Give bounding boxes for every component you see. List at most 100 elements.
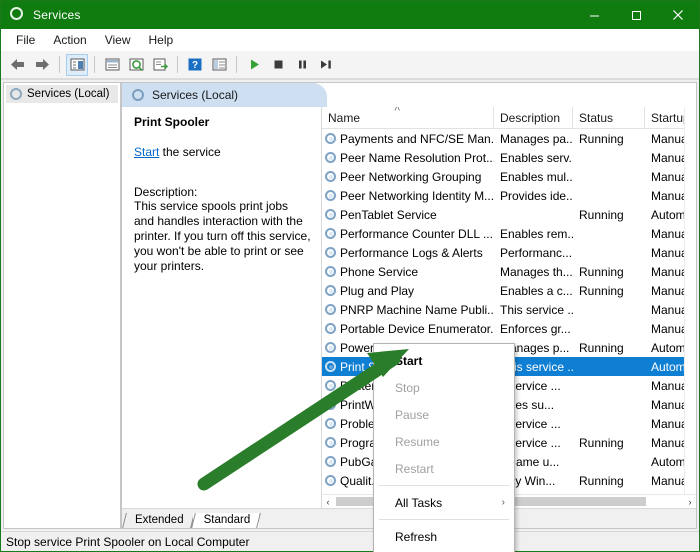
- service-name-label: Phone Service: [340, 265, 418, 279]
- service-gear-icon: [325, 437, 336, 448]
- scrollbar-left-arrow[interactable]: ‹: [322, 497, 334, 507]
- menu-help[interactable]: Help: [140, 31, 183, 49]
- service-name-label: Plug and Play: [340, 284, 414, 298]
- table-row[interactable]: Performance Counter DLL ...Enables rem..…: [322, 224, 696, 243]
- toolbar-separator: [94, 56, 95, 73]
- context-menu-item-label: Resume: [395, 435, 440, 449]
- stop-service-icon[interactable]: [267, 54, 289, 76]
- context-menu-all-tasks[interactable]: All Tasks ›: [374, 489, 514, 516]
- cell-description: Provides ide...: [494, 189, 573, 203]
- service-gear-icon: [325, 456, 336, 467]
- cell-description: Enables a c...: [494, 284, 573, 298]
- cell-name: Plug and Play: [322, 284, 494, 298]
- pane-tab-header: Services (Local): [122, 83, 696, 107]
- context-menu-item-label: Pause: [395, 408, 429, 422]
- service-name-label: Peer Networking Grouping: [340, 170, 481, 184]
- service-gear-icon: [325, 285, 336, 296]
- forward-icon[interactable]: [31, 54, 53, 76]
- detail-description-label: Description:: [134, 185, 311, 199]
- tab-standard[interactable]: Standard: [193, 513, 260, 528]
- scrollbar-right-arrow[interactable]: ›: [684, 497, 696, 507]
- service-gear-icon: [325, 228, 336, 239]
- table-row[interactable]: PNRP Machine Name Publi...This service .…: [322, 300, 696, 319]
- cell-name: Peer Networking Grouping: [322, 170, 494, 184]
- start-service-icon[interactable]: [243, 54, 265, 76]
- service-detail-panel: Print Spooler Start the service Descript…: [122, 107, 322, 508]
- detail-description-text: This service spools print jobs and handl…: [134, 199, 311, 274]
- table-row[interactable]: Plug and PlayEnables a c...RunningManual: [322, 281, 696, 300]
- column-header-name[interactable]: Name: [322, 107, 494, 128]
- table-row[interactable]: Performance Logs & AlertsPerformanc...Ma…: [322, 243, 696, 262]
- cell-description: Enables rem...: [494, 227, 573, 241]
- show-hide-tree-icon[interactable]: [66, 54, 88, 76]
- tree-item-services-local[interactable]: Services (Local): [6, 85, 118, 103]
- service-gear-icon: [325, 133, 336, 144]
- pane-tab-label: Services (Local): [152, 88, 238, 102]
- context-menu-item-label: Start: [395, 354, 422, 368]
- pane-tab-services-local[interactable]: Services (Local): [122, 83, 327, 107]
- close-button[interactable]: [657, 1, 699, 29]
- cell-name: Peer Name Resolution Prot...: [322, 151, 494, 165]
- table-row[interactable]: PenTablet ServiceRunningAutomati: [322, 205, 696, 224]
- column-header-status[interactable]: Status: [573, 107, 645, 128]
- service-name-label: Payments and NFC/SE Man...: [340, 132, 494, 146]
- chevron-right-icon: ›: [502, 497, 505, 508]
- menu-bar: File Action View Help: [1, 29, 699, 51]
- window-body: Services (Local) Services (Local) Print …: [1, 79, 699, 531]
- context-menu-item-label: Refresh: [395, 530, 437, 544]
- pause-service-icon[interactable]: [291, 54, 313, 76]
- cell-name: Peer Networking Identity M...: [322, 189, 494, 203]
- context-menu-item-label: Restart: [395, 462, 434, 476]
- cell-status: Running: [573, 208, 645, 222]
- table-row[interactable]: Peer Networking Identity M...Provides id…: [322, 186, 696, 205]
- context-menu-restart: Restart: [374, 455, 514, 482]
- cell-description: Enables serv...: [494, 151, 573, 165]
- service-name-label: Peer Name Resolution Prot...: [340, 151, 494, 165]
- menu-action[interactable]: Action: [44, 31, 95, 49]
- detail-action-line: Start the service: [134, 145, 311, 159]
- toolbar: ?: [1, 51, 699, 79]
- table-row[interactable]: Peer Networking GroupingEnables mul...Ma…: [322, 167, 696, 186]
- help-icon[interactable]: ?: [184, 54, 206, 76]
- context-menu-refresh[interactable]: Refresh: [374, 523, 514, 550]
- status-bar-text: Stop service Print Spooler on Local Comp…: [6, 535, 249, 549]
- back-icon[interactable]: [7, 54, 29, 76]
- refresh-icon[interactable]: [125, 54, 147, 76]
- properties-icon[interactable]: [101, 54, 123, 76]
- cell-name: Performance Counter DLL ...: [322, 227, 494, 241]
- service-name-label: PenTablet Service: [340, 208, 437, 222]
- service-gear-icon: [325, 399, 336, 410]
- menu-view[interactable]: View: [96, 31, 140, 49]
- vertical-scrollbar[interactable]: ˅: [684, 107, 696, 508]
- context-menu-separator: [379, 485, 509, 486]
- tab-extended[interactable]: Extended: [124, 513, 193, 528]
- cell-name: Portable Device Enumerator...: [322, 322, 494, 336]
- service-gear-icon: [325, 190, 336, 201]
- restart-service-icon[interactable]: [315, 54, 337, 76]
- service-gear-icon: [325, 475, 336, 486]
- minimize-button[interactable]: [573, 1, 615, 29]
- maximize-button[interactable]: [615, 1, 657, 29]
- context-menu-item-label: All Tasks: [395, 496, 442, 510]
- cell-name: PNRP Machine Name Publi...: [322, 303, 494, 317]
- cell-description: Manages pa...: [494, 132, 573, 146]
- context-menu-start[interactable]: Start: [374, 347, 514, 374]
- menu-file[interactable]: File: [7, 31, 44, 49]
- export-list-icon[interactable]: [149, 54, 171, 76]
- table-row[interactable]: Peer Name Resolution Prot...Enables serv…: [322, 148, 696, 167]
- start-service-link[interactable]: Start: [134, 145, 159, 159]
- table-row[interactable]: Payments and NFC/SE Man...Manages pa...R…: [322, 129, 696, 148]
- column-header-description[interactable]: Description: [494, 107, 573, 128]
- toolbar-separator: [59, 56, 60, 73]
- cell-status: Running: [573, 436, 645, 450]
- detail-service-title: Print Spooler: [134, 115, 311, 129]
- service-gear-icon: [325, 342, 336, 353]
- show-pane-icon[interactable]: [208, 54, 230, 76]
- list-header: Name Description Status Startup Ty ˄ ˄: [322, 107, 696, 129]
- cell-description: Enforces gr...: [494, 322, 573, 336]
- title-bar: Services: [1, 1, 699, 29]
- table-row[interactable]: Phone ServiceManages th...RunningManual …: [322, 262, 696, 281]
- status-bar: Stop service Print Spooler on Local Comp…: [1, 531, 699, 551]
- services-window: Services File Action View Help: [0, 0, 700, 552]
- table-row[interactable]: Portable Device Enumerator...Enforces gr…: [322, 319, 696, 338]
